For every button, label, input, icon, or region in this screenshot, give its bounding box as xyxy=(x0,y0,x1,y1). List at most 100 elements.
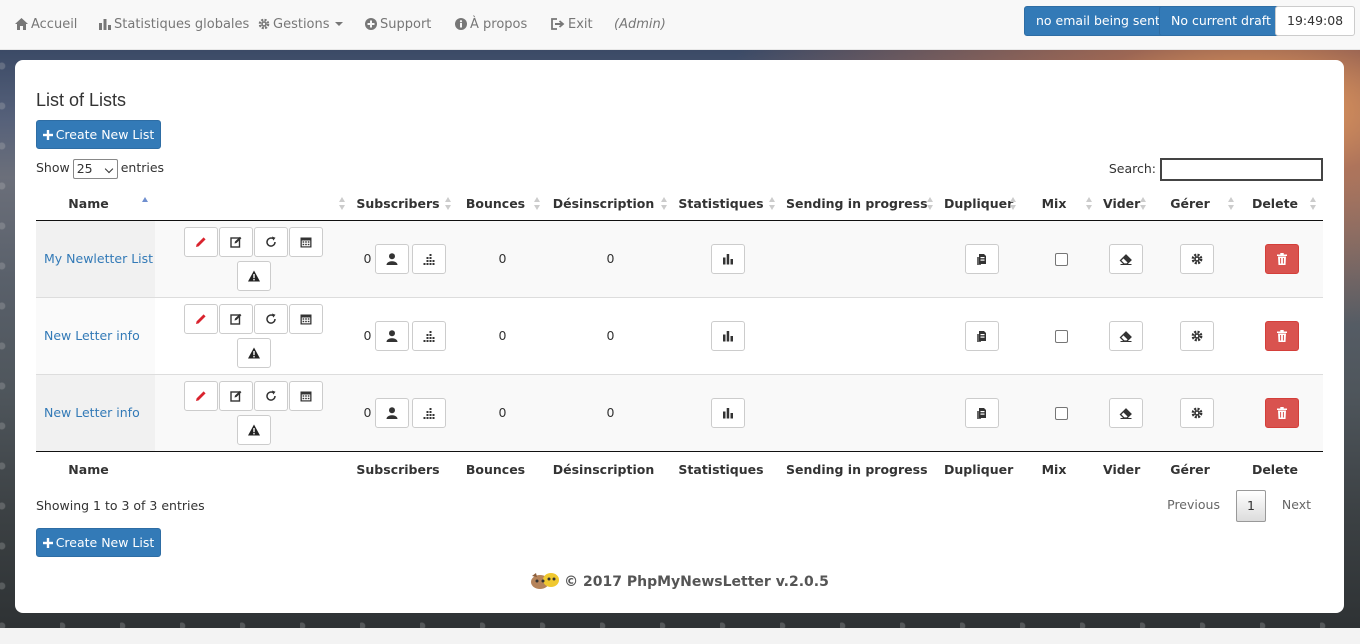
list-name-link[interactable]: My Newletter List xyxy=(44,251,153,266)
col-header-actions[interactable] xyxy=(155,188,352,221)
mix-cell xyxy=(1023,220,1099,297)
empty-list-button[interactable] xyxy=(1109,320,1143,351)
bounces-cell: 0 xyxy=(458,296,547,374)
subscriber-stats-button[interactable] xyxy=(411,320,446,351)
col-header-bounces[interactable]: Bounces xyxy=(458,188,547,221)
empty-cell xyxy=(1099,373,1153,451)
bounces-cell: 0 xyxy=(458,373,547,451)
logo-icon xyxy=(531,573,560,589)
duplicate-button[interactable] xyxy=(964,243,999,274)
col-header-delete[interactable]: Delete xyxy=(1241,188,1323,221)
refresh-button[interactable] xyxy=(254,303,288,334)
schedule-button[interactable] xyxy=(289,303,323,334)
manage-button[interactable] xyxy=(1180,243,1214,274)
schedule-button[interactable] xyxy=(289,380,323,411)
foot-col-delete: Delete xyxy=(1241,450,1323,487)
empty-list-button[interactable] xyxy=(1109,397,1143,428)
statistics-button[interactable] xyxy=(711,320,745,351)
empty-list-button[interactable] xyxy=(1109,243,1143,274)
subscribers-button[interactable] xyxy=(374,397,409,428)
col-header-mix[interactable]: Mix xyxy=(1023,188,1099,221)
bar-chart-icon xyxy=(723,407,733,418)
clock-display: 19:49:08 xyxy=(1275,6,1356,36)
col-header-name[interactable]: Name xyxy=(36,188,155,221)
delete-button[interactable] xyxy=(1265,320,1299,351)
compose-button[interactable] xyxy=(219,226,253,257)
create-new-list-button-bottom[interactable]: Create New List xyxy=(36,528,161,557)
subscriber-stats-button[interactable] xyxy=(411,397,446,428)
edit-button[interactable] xyxy=(184,303,218,334)
col-header-sending[interactable]: Sending in progress xyxy=(782,188,940,221)
col-header-unsubscribe[interactable]: Désinscription xyxy=(547,188,674,221)
manage-button[interactable] xyxy=(1180,320,1214,351)
edit-square-icon xyxy=(230,390,242,402)
col-header-duplicate[interactable]: Dupliquer xyxy=(940,188,1023,221)
pagination-next[interactable]: Next xyxy=(1270,490,1323,522)
mix-cell xyxy=(1023,373,1099,451)
email-status-button[interactable]: no email being sent xyxy=(1024,6,1172,36)
nav-global-stats[interactable]: Statistiques globales xyxy=(99,16,249,34)
unsubscribe-value: 0 xyxy=(606,328,615,343)
list-name-cell: My Newletter List xyxy=(36,220,155,297)
compose-button[interactable] xyxy=(219,380,253,411)
col-header-subscribers[interactable]: Subscribers xyxy=(352,188,458,221)
nav-about[interactable]: À propos xyxy=(455,16,527,34)
list-name-link[interactable]: New Letter info xyxy=(44,328,140,343)
pencil-icon xyxy=(196,390,206,401)
pagination-page-1[interactable]: 1 xyxy=(1235,490,1266,522)
entries-per-page-select[interactable]: 25 xyxy=(72,158,118,179)
schedule-button[interactable] xyxy=(289,226,323,257)
edit-button[interactable] xyxy=(184,226,218,257)
entries-length-control: Show 25 entries xyxy=(36,158,164,179)
nav-manage-dropdown[interactable]: Gestions xyxy=(258,16,343,34)
statistics-button[interactable] xyxy=(711,397,745,428)
subscribers-button[interactable] xyxy=(374,243,409,274)
mix-checkbox[interactable] xyxy=(1054,407,1068,420)
nav-home[interactable]: Accueil xyxy=(15,16,77,34)
warning-button[interactable] xyxy=(236,414,271,445)
plus-icon xyxy=(42,538,53,548)
statistics-button[interactable] xyxy=(711,243,745,274)
mix-cell xyxy=(1023,296,1099,374)
nav-support[interactable]: Support xyxy=(365,16,431,34)
subscriber-count: 0 xyxy=(363,405,372,420)
compose-button[interactable] xyxy=(219,303,253,334)
duplicate-button[interactable] xyxy=(964,320,999,351)
draft-status-button[interactable]: No current draft xyxy=(1159,6,1283,36)
refresh-button[interactable] xyxy=(254,226,288,257)
pagination-previous[interactable]: Previous xyxy=(1155,490,1232,522)
col-header-sending-label: Sending in progress xyxy=(786,196,928,212)
duplicate-cell xyxy=(940,220,1023,297)
subscribers-button[interactable] xyxy=(374,320,409,351)
unsubscribe-cell: 0 xyxy=(547,296,674,374)
edit-button[interactable] xyxy=(184,380,218,411)
manage-button[interactable] xyxy=(1180,397,1214,428)
search-label: Search: xyxy=(1108,161,1156,176)
delete-button[interactable] xyxy=(1265,397,1299,428)
duplicate-button[interactable] xyxy=(964,397,999,428)
sort-icon xyxy=(661,197,668,211)
gear-icon xyxy=(258,18,270,30)
refresh-button[interactable] xyxy=(254,380,288,411)
warning-button[interactable] xyxy=(236,337,271,368)
col-header-stats[interactable]: Statistiques xyxy=(674,188,782,221)
mix-checkbox[interactable] xyxy=(1054,253,1068,266)
list-name-link[interactable]: New Letter info xyxy=(44,405,140,420)
bounces-value: 0 xyxy=(498,405,507,420)
delete-button[interactable] xyxy=(1265,243,1299,274)
bar-chart-icon xyxy=(723,253,733,264)
mix-checkbox[interactable] xyxy=(1054,330,1068,343)
nav-exit[interactable]: Exit xyxy=(551,16,593,34)
create-new-list-button-top[interactable]: Create New List xyxy=(36,120,161,149)
row-actions-cell xyxy=(155,373,352,451)
col-header-empty[interactable]: Vider xyxy=(1099,188,1153,221)
subscriber-stats-button[interactable] xyxy=(411,243,446,274)
search-input[interactable] xyxy=(1160,158,1323,181)
duplicate-icon xyxy=(976,407,986,419)
col-header-manage[interactable]: Gérer xyxy=(1153,188,1241,221)
gear-icon xyxy=(1191,330,1203,341)
gear-icon xyxy=(1191,253,1203,264)
warning-button[interactable] xyxy=(236,260,271,291)
foot-col-manage: Gérer xyxy=(1153,450,1241,487)
sending-cell xyxy=(782,220,940,297)
